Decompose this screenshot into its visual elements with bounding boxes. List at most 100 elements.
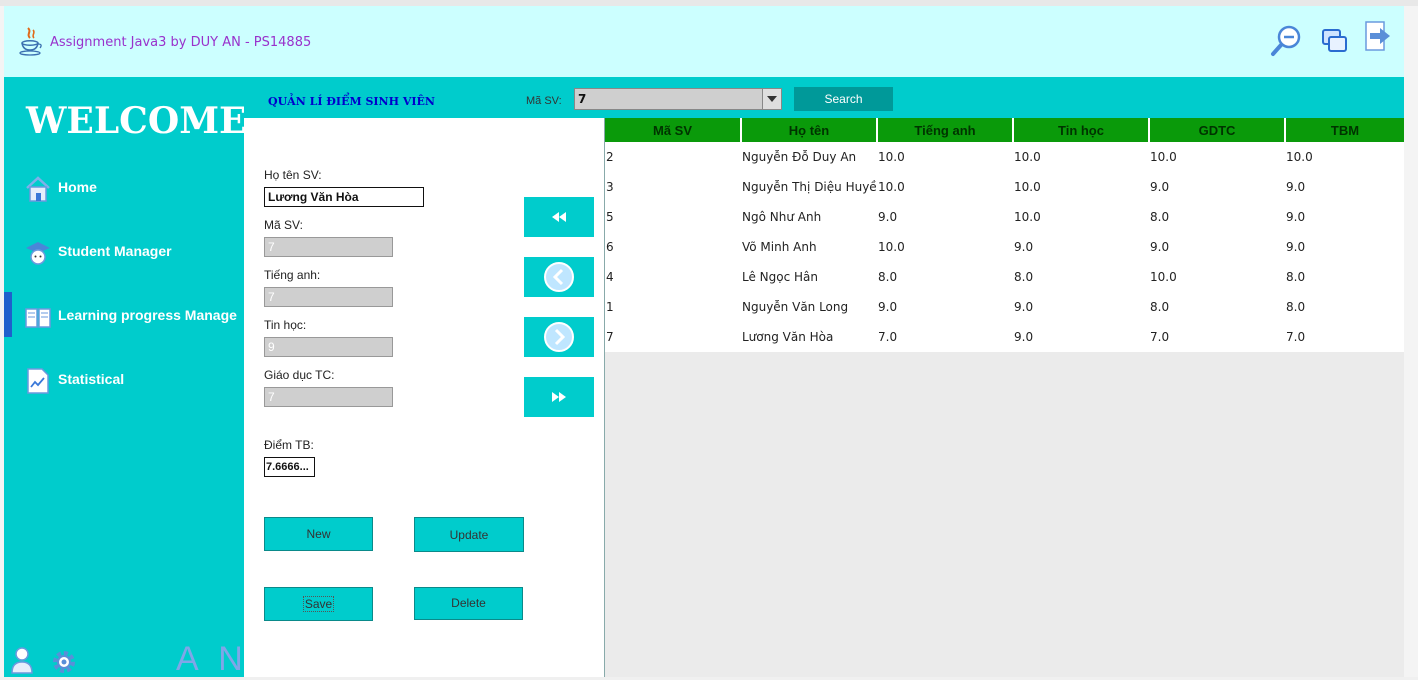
- table-cell: 2: [606, 150, 614, 164]
- window-right-border: [1404, 6, 1418, 677]
- chevron-down-icon[interactable]: [762, 89, 781, 109]
- table-cell: 9.0: [878, 210, 898, 224]
- home-icon: [24, 175, 52, 203]
- sidebar-item-label: Statistical: [58, 371, 125, 387]
- app-title: Assignment Java3 by DUY AN - PS14885: [50, 35, 312, 50]
- table-row[interactable]: 5 Ngô Như Anh 9.0 10.0 8.0 9.0: [605, 202, 1404, 232]
- table-cell: Lê Ngọc Hân: [742, 270, 819, 284]
- table-row[interactable]: 1 Nguyễn Văn Long 9.0 9.0 8.0 8.0: [605, 292, 1404, 322]
- table-cell: 10.0: [1014, 150, 1041, 164]
- table-cell: 10.0: [878, 240, 905, 254]
- next-record-button[interactable]: [524, 317, 594, 357]
- zoom-out-icon[interactable]: [1270, 24, 1304, 58]
- sidebar-item-label: Student Manager: [58, 243, 172, 259]
- masv-search-label: Mã SV:: [526, 95, 562, 107]
- table-row[interactable]: 4 Lê Ngọc Hân 8.0 8.0 10.0 8.0: [605, 262, 1404, 292]
- diemtb-field[interactable]: [264, 457, 315, 477]
- section-title: QUẢN LÍ ĐIỂM SINH VIÊN: [268, 95, 435, 108]
- table-row[interactable]: 3 Nguyễn Thị Diệu Huyền 10.0 10.0 9.0 9.…: [605, 172, 1404, 202]
- column-header[interactable]: Họ tên: [742, 118, 878, 142]
- table-cell: 4: [606, 270, 614, 284]
- tienganh-field[interactable]: [264, 287, 393, 307]
- brand-logo: A N: [176, 640, 249, 678]
- sidebar-item-learning-progress[interactable]: Learning progress Manage: [4, 296, 244, 336]
- student-icon: [24, 239, 52, 267]
- table-cell: 10.0: [1150, 150, 1177, 164]
- search-button[interactable]: Search: [794, 87, 893, 111]
- hoten-field[interactable]: [264, 187, 424, 207]
- table-header: Mã SV Họ tên Tiếng anh Tin học GDTC TBM: [605, 118, 1404, 142]
- column-header[interactable]: Tin học: [1014, 118, 1150, 142]
- column-header[interactable]: Tiếng anh: [878, 118, 1014, 142]
- table-cell: 7: [606, 330, 614, 344]
- welcome-heading: WELCOME: [26, 100, 247, 142]
- table-cell: Nguyễn Văn Long: [742, 300, 849, 314]
- table-cell: 7.0: [1286, 330, 1306, 344]
- table-cell: 9.0: [1150, 180, 1170, 194]
- table-cell: 7.0: [878, 330, 898, 344]
- table-cell: 9.0: [1286, 180, 1306, 194]
- gdtc-label: Giáo dục TC:: [264, 368, 335, 382]
- table-cell: 9.0: [1150, 240, 1170, 254]
- exit-icon[interactable]: [1364, 20, 1392, 52]
- table-cell: Nguyễn Thị Diệu Huyền: [742, 180, 876, 194]
- masv-label: Mã SV:: [264, 218, 303, 232]
- tienganh-label: Tiếng anh:: [264, 268, 321, 282]
- column-header[interactable]: Mã SV: [605, 118, 742, 142]
- table-cell: 9.0: [1286, 240, 1306, 254]
- java-icon: [18, 25, 44, 57]
- gear-icon[interactable]: [50, 648, 78, 676]
- table-cell: 9.0: [1286, 210, 1306, 224]
- table-cell: 7.0: [1150, 330, 1170, 344]
- hoten-label: Họ tên SV:: [264, 168, 322, 182]
- table-cell: 10.0: [1286, 150, 1313, 164]
- table-cell: 8.0: [1150, 210, 1170, 224]
- save-button[interactable]: Save: [264, 587, 373, 621]
- column-header[interactable]: TBM: [1286, 118, 1404, 142]
- save-button-label: Save: [302, 596, 335, 612]
- delete-button[interactable]: Delete: [414, 587, 523, 620]
- user-icon[interactable]: [10, 646, 34, 674]
- sidebar-item-label: Home: [58, 179, 97, 195]
- masv-field[interactable]: [264, 237, 393, 257]
- table-cell: Nguyễn Đỗ Duy An: [742, 150, 857, 164]
- update-button[interactable]: Update: [414, 517, 524, 552]
- new-button[interactable]: New: [264, 517, 373, 551]
- table-cell: 1: [606, 300, 614, 314]
- book-icon: [24, 303, 52, 331]
- gdtc-field[interactable]: [264, 387, 393, 407]
- last-record-icon: [552, 392, 566, 402]
- table-cell: 10.0: [1014, 210, 1041, 224]
- tinhoc-field[interactable]: [264, 337, 393, 357]
- table-cell: 8.0: [1286, 270, 1306, 284]
- sidebar-item-home[interactable]: Home: [4, 168, 244, 208]
- column-header[interactable]: GDTC: [1150, 118, 1286, 142]
- table-cell: 10.0: [1150, 270, 1177, 284]
- table-cell: Lương Văn Hòa: [742, 330, 834, 344]
- chart-icon: [24, 367, 52, 395]
- table-row[interactable]: 7 Lương Văn Hòa 7.0 9.0 7.0 7.0: [605, 322, 1404, 352]
- table-cell: 8.0: [1286, 300, 1306, 314]
- table-cell: 10.0: [878, 180, 905, 194]
- masv-select[interactable]: 7: [574, 88, 782, 110]
- table-cell: 3: [606, 180, 614, 194]
- first-record-button[interactable]: [524, 197, 594, 237]
- table-row[interactable]: 2 Nguyễn Đỗ Duy An 10.0 10.0 10.0 10.0: [605, 142, 1404, 172]
- table-cell: 9.0: [1014, 330, 1034, 344]
- sidebar-item-student-manager[interactable]: Student Manager: [4, 232, 244, 272]
- table-cell: 9.0: [1014, 300, 1034, 314]
- table-cell: Võ Minh Anh: [742, 240, 817, 254]
- first-record-icon: [552, 212, 566, 222]
- last-record-button[interactable]: [524, 377, 594, 417]
- table-cell: 8.0: [878, 270, 898, 284]
- table-cell: 8.0: [1150, 300, 1170, 314]
- sidebar-item-label: Learning progress Manage: [58, 307, 237, 323]
- sidebar-item-statistical[interactable]: Statistical: [4, 360, 244, 400]
- previous-record-button[interactable]: [524, 257, 594, 297]
- previous-record-icon: [544, 262, 574, 292]
- restore-window-icon[interactable]: [1320, 26, 1350, 56]
- table-row[interactable]: 6 Võ Minh Anh 10.0 9.0 9.0 9.0: [605, 232, 1404, 262]
- table-cell: 9.0: [878, 300, 898, 314]
- table-cell: 6: [606, 240, 614, 254]
- tinhoc-label: Tin học:: [264, 318, 307, 332]
